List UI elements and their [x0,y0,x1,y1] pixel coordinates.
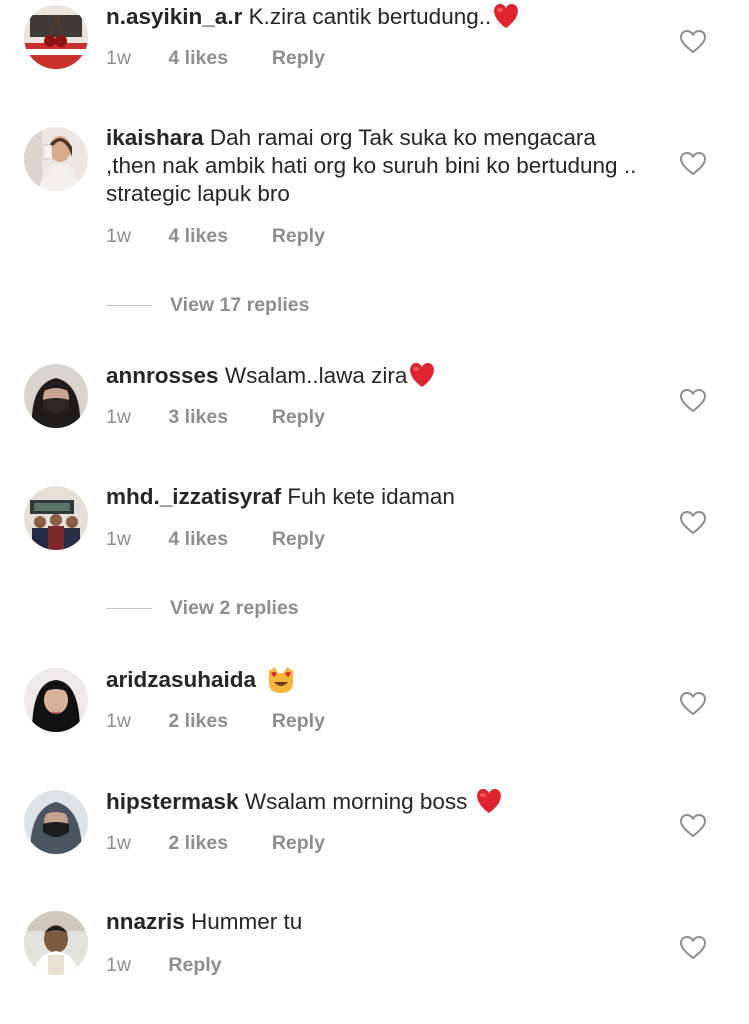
view-replies-button[interactable]: View 2 replies [106,596,299,620]
comment-likes[interactable]: 2 likes [168,709,266,733]
avatar[interactable] [24,364,88,428]
like-heart-icon[interactable] [679,510,707,535]
comment-likes[interactable]: 4 likes [168,527,266,551]
comment-text: Wsalam..lawa zira [224,363,408,388]
avatar[interactable] [24,5,88,69]
comment-time: 1w [106,710,131,732]
comment-likes[interactable]: 4 likes [168,46,266,70]
comment-text: Hummer tu [191,909,303,934]
comment-likes[interactable]: 2 likes [168,831,266,855]
red-heart-emoji [474,787,504,815]
like-heart-icon[interactable] [679,29,707,54]
red-heart-emoji [491,2,521,30]
red-heart-emoji [407,361,437,389]
comment-time: 1w [106,954,131,976]
comment-likes[interactable]: 4 likes [168,224,266,248]
avatar[interactable] [24,486,88,550]
reply-button[interactable]: Reply [168,953,221,977]
reply-button[interactable]: Reply [272,709,325,733]
comment-username[interactable]: annrosses [106,363,219,388]
comment-time: 1w [106,47,131,69]
comment-text: K.zira cantik bertudung.. [248,4,492,29]
comment-username[interactable]: aridzasuhaida [106,667,256,692]
reply-button[interactable]: Reply [272,46,325,70]
avatar[interactable] [24,790,88,854]
like-heart-icon[interactable] [679,935,707,960]
view-replies-label[interactable]: View 2 replies [170,597,299,619]
like-heart-icon[interactable] [679,691,707,716]
reply-button[interactable]: Reply [272,224,325,248]
comment-time: 1w [106,832,131,854]
divider-line [106,305,152,307]
avatar[interactable] [24,911,88,975]
avatar[interactable] [24,127,88,191]
comment-time: 1w [106,225,131,247]
divider-line [106,608,152,610]
comment-text: Fuh kete idaman [287,484,455,509]
comment-username[interactable]: n.asyikin_a.r [106,4,242,29]
comment-time: 1w [106,528,131,550]
avatar[interactable] [24,668,88,732]
like-heart-icon[interactable] [679,388,707,413]
comment-username[interactable]: nnazris [106,909,185,934]
like-heart-icon[interactable] [679,151,707,176]
comment-username[interactable]: ikaishara [106,125,204,150]
reply-button[interactable]: Reply [272,527,325,551]
comment-username[interactable]: mhd._izzatisyraf [106,484,281,509]
like-heart-icon[interactable] [679,813,707,838]
comment-likes[interactable]: 3 likes [168,405,266,429]
view-replies-button[interactable]: View 17 replies [106,293,309,317]
reply-button[interactable]: Reply [272,831,325,855]
view-replies-label[interactable]: View 17 replies [170,294,309,316]
comment-username[interactable]: hipstermask [106,789,239,814]
heart-eyes-cat-emoji [266,665,296,695]
comment-time: 1w [106,406,131,428]
reply-button[interactable]: Reply [272,405,325,429]
comment-text: Wsalam morning boss [244,789,468,814]
